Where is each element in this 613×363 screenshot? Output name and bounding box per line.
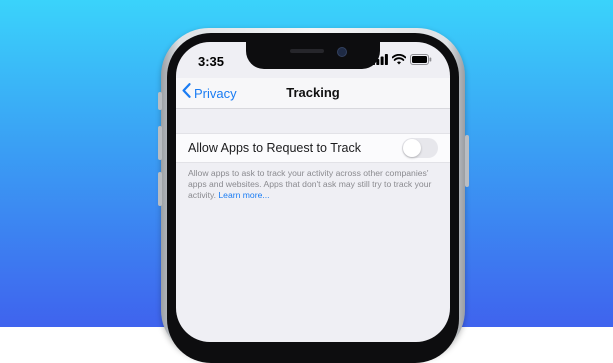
tracking-description: Allow apps to ask to track your activity… — [188, 168, 440, 201]
status-icons — [372, 52, 432, 70]
navigation-bar: Privacy Tracking — [176, 78, 450, 108]
allow-tracking-row: Allow Apps to Request to Track — [176, 133, 450, 163]
status-time: 3:35 — [198, 54, 225, 69]
side-button-left-mid — [158, 126, 162, 160]
allow-tracking-toggle[interactable] — [402, 138, 438, 158]
speaker-grille — [290, 49, 324, 53]
phone-screen: 3:35 Privacy Tracking Allow Apps to Requ… — [176, 42, 450, 342]
side-button-right — [465, 135, 469, 187]
notch — [246, 42, 380, 69]
allow-tracking-label: Allow Apps to Request to Track — [188, 141, 362, 155]
front-camera — [337, 47, 347, 57]
wifi-icon — [391, 52, 407, 70]
toggle-knob — [403, 139, 421, 157]
side-button-left-top — [158, 92, 162, 110]
side-button-left-low — [158, 172, 162, 206]
battery-icon — [410, 52, 432, 70]
page-title: Tracking — [286, 85, 340, 100]
learn-more-link[interactable]: Learn more... — [218, 190, 269, 200]
nav-divider — [176, 108, 450, 109]
